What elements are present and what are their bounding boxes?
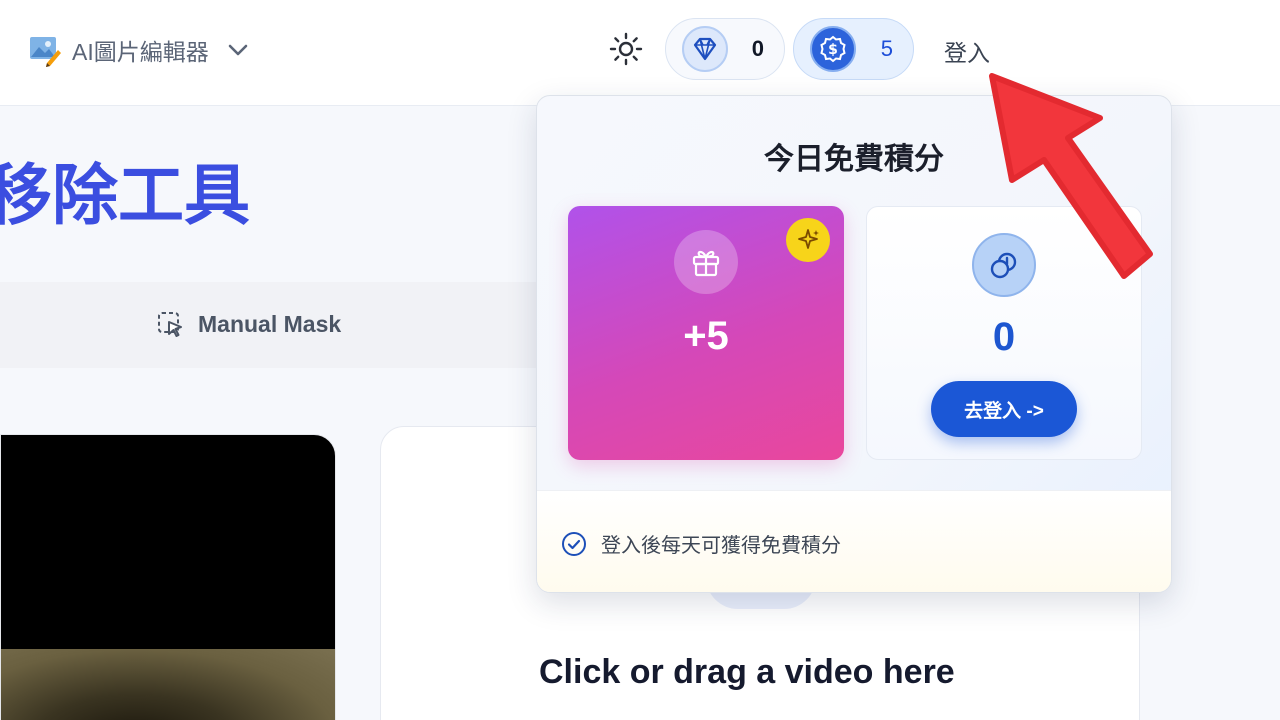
theme-toggle-button[interactable] [606, 29, 646, 69]
popover-footer: 登入後每天可獲得免費積分 [537, 490, 1171, 592]
selection-cursor-icon [158, 312, 182, 337]
footer-note-text: 登入後每天可獲得免費積分 [601, 535, 841, 557]
app-switcher[interactable]: AI圖片編輯器 [28, 30, 251, 70]
go-login-button[interactable]: 去登入 -> [931, 381, 1077, 437]
gems-balance-button[interactable]: 0 [665, 18, 785, 80]
app-name: AI圖片編輯器 [72, 39, 209, 65]
preview-frame [1, 649, 335, 720]
check-circle-icon [562, 531, 586, 556]
coins-icon [972, 233, 1036, 297]
gift-icon [674, 230, 738, 294]
sparkle-icon [786, 218, 830, 262]
tab-manual-mask[interactable]: Manual Mask [156, 310, 341, 338]
tab-manual-mask-label: Manual Mask [198, 310, 342, 337]
chevron-down-icon [228, 44, 248, 56]
daily-gift-card: +5 [568, 206, 844, 460]
login-credits-card: 0 去登入 -> [866, 206, 1142, 460]
gift-amount: +5 [683, 314, 729, 358]
credits-count: 5 [880, 36, 893, 61]
image-edit-icon [30, 37, 61, 67]
page-title: 移除工具 [0, 158, 250, 232]
mode-tabs: Manual Mask [0, 282, 540, 368]
credits-balance-button[interactable]: $ 5 [793, 18, 914, 80]
upload-prompt: Click or drag a video here [539, 653, 955, 691]
footer-note: 登入後每天可獲得免費積分 [561, 529, 841, 558]
diamond-icon [682, 26, 728, 72]
free-credits-popover: 今日免費積分 +5 0 去登入 -> 登入後每天可獲得免費積分 [536, 95, 1172, 593]
top-header: AI圖片編輯器 0 $ 5 登入 [0, 0, 1280, 106]
gems-count: 0 [751, 36, 764, 61]
login-credits-amount: 0 [992, 315, 1016, 359]
login-link[interactable]: 登入 [944, 34, 990, 68]
video-preview [0, 434, 336, 720]
popover-title: 今日免費積分 [764, 143, 944, 176]
dollar-coin-icon: $ [810, 26, 856, 72]
sun-icon [609, 32, 643, 66]
svg-text:$: $ [828, 42, 838, 58]
